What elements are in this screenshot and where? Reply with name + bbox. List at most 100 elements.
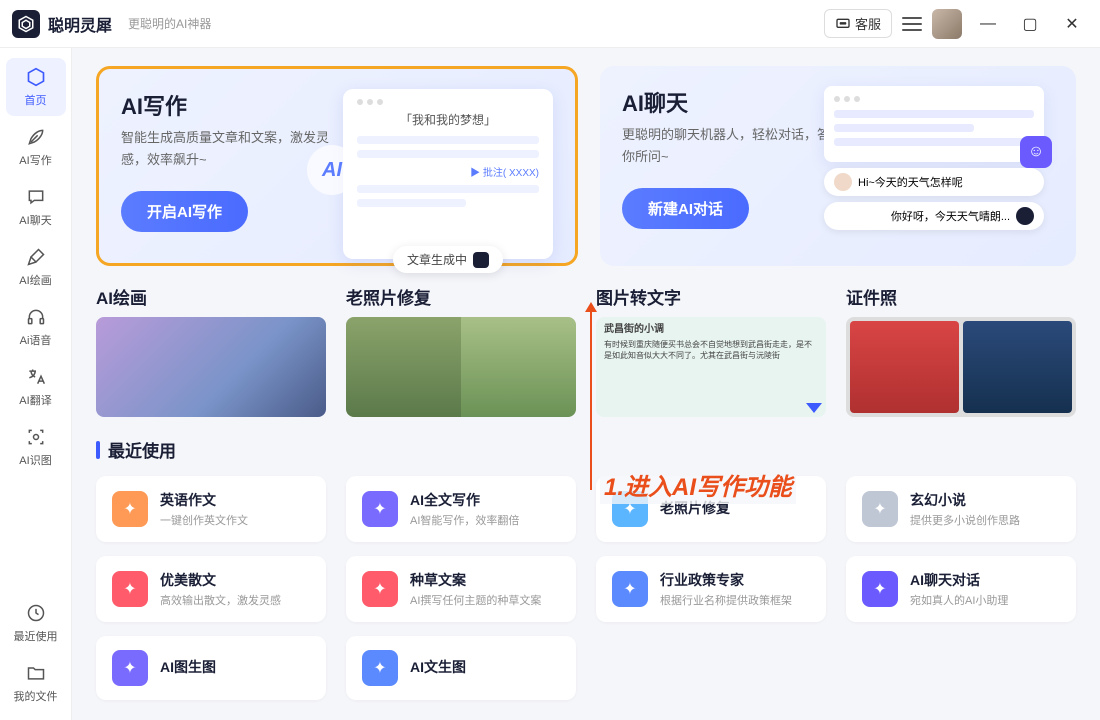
recent-card-icon: ✦: [362, 491, 398, 527]
avatar-icon: [834, 173, 852, 191]
feather-icon: [25, 126, 47, 148]
start-chat-button[interactable]: 新建AI对话: [622, 188, 749, 229]
headphone-icon: [25, 306, 47, 328]
annotation-text: 1.进入AI写作功能: [600, 465, 796, 504]
recent-card-icon: ✦: [362, 650, 398, 686]
sidebar-item-chat[interactable]: AI聊天: [6, 178, 66, 236]
recent-card-icon: ✦: [612, 571, 648, 607]
recent-card-title: AI聊天对话: [910, 570, 1008, 590]
feature-paint[interactable]: AI绘画: [96, 284, 326, 417]
recent-card[interactable]: ✦ AI文生图: [346, 636, 576, 700]
brush-icon: [25, 246, 47, 268]
recent-card-title: 优美散文: [160, 570, 281, 590]
sidebar: 首页 AI写作 AI聊天 AI绘画 Ai语音 AI翻译 AI识图 最: [0, 48, 72, 720]
main-content: AI写作 智能生成高质量文章和文案，激发灵感，效率飙升~ 开启AI写作 「我和我…: [72, 48, 1100, 720]
translate-icon: [25, 366, 47, 388]
arrow-down-icon: [806, 403, 822, 413]
recent-card[interactable]: ✦ AI图生图: [96, 636, 326, 700]
start-writing-button[interactable]: 开启AI写作: [121, 191, 248, 232]
customer-service-label: 客服: [855, 14, 881, 33]
app-logo-icon: [12, 10, 40, 38]
sidebar-item-paint[interactable]: AI绘画: [6, 238, 66, 296]
sidebar-item-writing[interactable]: AI写作: [6, 118, 66, 176]
chat-bubble-outgoing: 你好呀，今天天气晴朗...: [824, 202, 1044, 230]
hero-card-chat[interactable]: AI聊天 更聪明的聊天机器人，轻松对话，答你所问~ 新建AI对话 ☺ Hi~今天…: [600, 66, 1076, 266]
recent-card-title: AI图生图: [160, 657, 216, 677]
recent-card-title: AI文生图: [410, 657, 466, 677]
app-subtitle: 更聪明的AI神器: [128, 15, 211, 32]
clock-icon: [25, 602, 47, 624]
doc-preview-title: 「我和我的梦想」: [357, 111, 539, 128]
hero-writing-title: AI写作: [121, 89, 337, 121]
recent-card[interactable]: ✦ 玄幻小说 提供更多小说创作思路: [846, 476, 1076, 542]
recent-card-title: 英语作文: [160, 490, 248, 510]
recent-card-icon: ✦: [362, 571, 398, 607]
avatar-icon: [1016, 207, 1034, 225]
recent-card-icon: ✦: [112, 571, 148, 607]
recent-card-title: 玄幻小说: [910, 490, 1020, 510]
feature-paint-image: [96, 317, 326, 417]
feature-photo-restore[interactable]: 老照片修复: [346, 284, 576, 417]
sidebar-item-ocr[interactable]: AI识图: [6, 418, 66, 476]
recent-card-icon: ✦: [112, 491, 148, 527]
recent-card-title: 行业政策专家: [660, 570, 792, 590]
feature-ocr-image: 武昌街的小调 有时候到重庆随便买书总会不自觉地想到武昌街走走，是不是如此知音似大…: [596, 317, 826, 417]
recent-card-sub: 一键创作英文作文: [160, 512, 248, 528]
chat-bubble-icon: [25, 186, 47, 208]
user-avatar[interactable]: [932, 9, 962, 39]
annotation-arrow: [590, 310, 592, 490]
ai-badge-icon: AI: [307, 145, 357, 195]
recent-card[interactable]: ✦ 种草文案 AI撰写任何主题的种草文案: [346, 556, 576, 622]
recent-card-sub: AI智能写作，效率翻倍: [410, 512, 519, 528]
recent-card-sub: 宛如真人的AI小助理: [910, 592, 1008, 608]
customer-service-button[interactable]: 客服: [824, 9, 892, 38]
sidebar-item-translate[interactable]: AI翻译: [6, 358, 66, 416]
feature-ocr[interactable]: 图片转文字 武昌街的小调 有时候到重庆随便买书总会不自觉地想到武昌街走走，是不是…: [596, 284, 826, 417]
hero-writing-desc: 智能生成高质量文章和文案，激发灵感，效率飙升~: [121, 127, 337, 171]
recent-card-sub: 根据行业名称提供政策框架: [660, 592, 792, 608]
menu-button[interactable]: [902, 17, 922, 31]
home-icon: [25, 66, 47, 88]
sidebar-item-home[interactable]: 首页: [6, 58, 66, 116]
feature-idphoto-image: [846, 317, 1076, 417]
app-logo-group: 聪明灵犀 更聪明的AI神器: [12, 10, 211, 38]
sidebar-item-recent[interactable]: 最近使用: [6, 594, 66, 652]
smile-icon: ☺: [1020, 136, 1052, 168]
recent-card-title: 种草文案: [410, 570, 541, 590]
feature-photo-image: [346, 317, 576, 417]
recent-card-sub: 高效输出散文，激发灵感: [160, 592, 281, 608]
app-name: 聪明灵犀: [48, 12, 112, 36]
recent-card-icon: ✦: [862, 491, 898, 527]
chat-bubble-incoming: Hi~今天的天气怎样呢: [824, 168, 1044, 196]
recent-heading: 最近使用: [96, 437, 1076, 462]
minimize-button[interactable]: —: [972, 8, 1004, 40]
chat-preview: ☺ Hi~今天的天气怎样呢 你好呀，今天天气晴朗...: [824, 86, 1044, 230]
doc-generating-status: 文章生成中: [393, 246, 503, 273]
doc-annotation-label: ▶ 批注( XXXX): [357, 164, 539, 179]
recent-grid: ✦ 英语作文 一键创作英文作文 ✦ AI全文写作 AI智能写作，效率翻倍 ✦ 老…: [96, 476, 1076, 700]
recent-card[interactable]: ✦ 优美散文 高效输出散文，激发灵感: [96, 556, 326, 622]
recent-card-sub: 提供更多小说创作思路: [910, 512, 1020, 528]
sidebar-item-voice[interactable]: Ai语音: [6, 298, 66, 356]
recent-card-icon: ✦: [112, 650, 148, 686]
recent-card-icon: ✦: [862, 571, 898, 607]
recent-card[interactable]: ✦ AI全文写作 AI智能写作，效率翻倍: [346, 476, 576, 542]
titlebar: 聪明灵犀 更聪明的AI神器 客服 — ▢ ✕: [0, 0, 1100, 48]
mini-logo-icon: [473, 252, 489, 268]
folder-icon: [25, 662, 47, 684]
recent-card[interactable]: ✦ AI聊天对话 宛如真人的AI小助理: [846, 556, 1076, 622]
close-button[interactable]: ✕: [1056, 8, 1088, 40]
hero-card-writing[interactable]: AI写作 智能生成高质量文章和文案，激发灵感，效率飙升~ 开启AI写作 「我和我…: [96, 66, 578, 266]
doc-preview: 「我和我的梦想」 ▶ 批注( XXXX) AI 文章生成中: [343, 89, 553, 259]
scan-icon: [25, 426, 47, 448]
hero-chat-desc: 更聪明的聊天机器人，轻松对话，答你所问~: [622, 124, 838, 168]
recent-card[interactable]: ✦ 行业政策专家 根据行业名称提供政策框架: [596, 556, 826, 622]
feature-id-photo[interactable]: 证件照: [846, 284, 1076, 417]
recent-card-title: AI全文写作: [410, 490, 519, 510]
chat-icon: [835, 16, 851, 32]
hero-chat-title: AI聊天: [622, 86, 838, 118]
recent-card-sub: AI撰写任何主题的种草文案: [410, 592, 541, 608]
recent-card[interactable]: ✦ 英语作文 一键创作英文作文: [96, 476, 326, 542]
maximize-button[interactable]: ▢: [1014, 8, 1046, 40]
sidebar-item-files[interactable]: 我的文件: [6, 654, 66, 712]
